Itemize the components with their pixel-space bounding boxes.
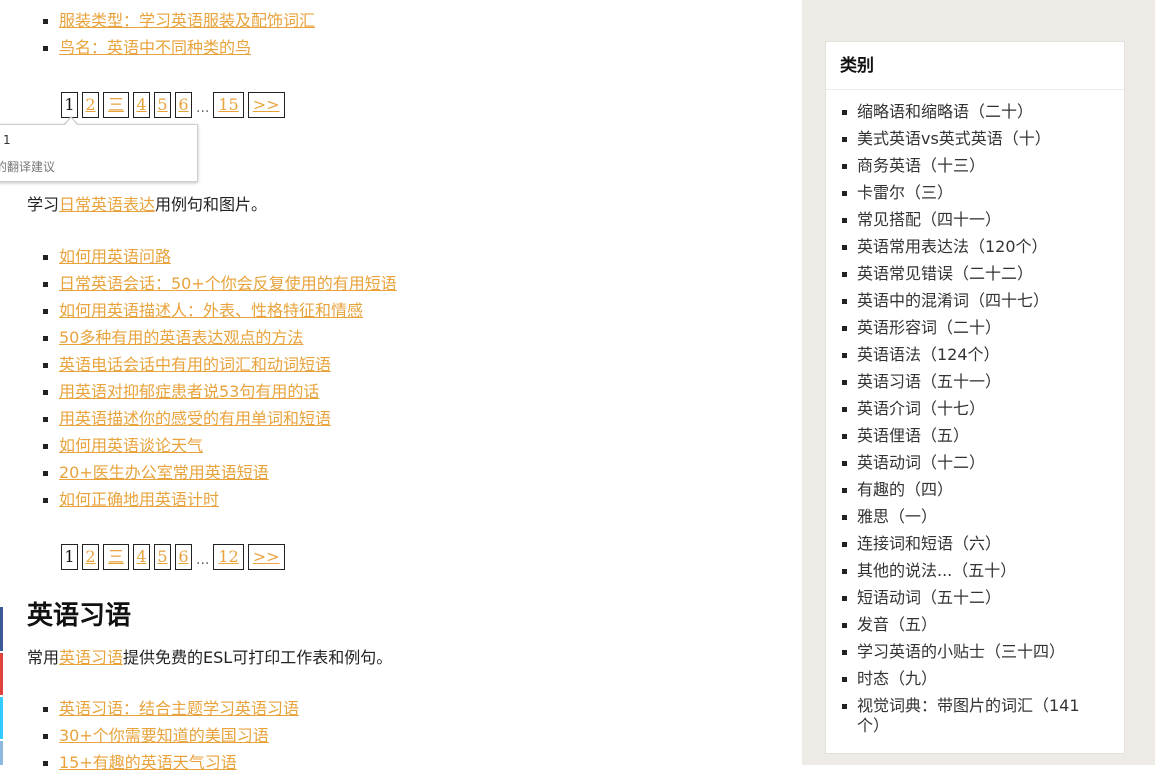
page-link[interactable]: 三 bbox=[103, 92, 130, 118]
category-item[interactable]: 有趣的（四） bbox=[826, 480, 1124, 500]
page-next-link[interactable]: >> bbox=[247, 544, 285, 570]
intro-text: 学习 bbox=[27, 195, 60, 214]
category-item[interactable]: 英语语法（124个） bbox=[826, 345, 1124, 365]
list-item: 如何用英语描述人：外表、性格特征和情感 bbox=[43, 301, 397, 321]
main-content: 服装类型：学习英语服装及配饰词汇 鸟名：英语中不同种类的鸟 1 2 三 4 5 … bbox=[0, 0, 802, 772]
expressions-article-list: 如何用英语问路 日常英语会话：50+个你会反复使用的有用短语 如何用英语描述人：… bbox=[43, 247, 397, 517]
pagination-2: 1 2 三 4 5 6 ... 12 >> bbox=[61, 544, 285, 570]
list-item: 服装类型：学习英语服装及配饰词汇 bbox=[43, 11, 315, 31]
category-item[interactable]: 卡雷尔（三） bbox=[826, 183, 1124, 203]
category-item[interactable]: 缩略语和缩略语（二十） bbox=[826, 102, 1124, 122]
category-item[interactable]: 其他的说法...（五十） bbox=[826, 561, 1124, 581]
list-item: 如何正确地用英语计时 bbox=[43, 490, 397, 510]
tooltip-line: 好的翻译建议 bbox=[0, 160, 56, 174]
list-item: 用英语描述你的感受的有用单词和短语 bbox=[43, 409, 397, 429]
section-heading-idioms: 英语习语 bbox=[27, 601, 132, 631]
share-twitter-button[interactable] bbox=[0, 697, 3, 739]
article-link[interactable]: 用英语描述你的感受的有用单词和短语 bbox=[59, 409, 331, 428]
category-item[interactable]: 英语习语（五十一） bbox=[826, 372, 1124, 392]
page-link[interactable]: 6 bbox=[175, 92, 193, 118]
category-item[interactable]: 英语动词（十二） bbox=[826, 453, 1124, 473]
article-link[interactable]: 如何用英语问路 bbox=[59, 247, 171, 266]
article-link[interactable]: 30+个你需要知道的美国习语 bbox=[59, 726, 269, 745]
page-current: 1 bbox=[61, 92, 78, 118]
page-link[interactable]: 2 bbox=[82, 544, 99, 570]
article-link[interactable]: 英语习语：结合主题学习英语习语 bbox=[59, 699, 299, 718]
article-link[interactable]: 如何用英语谈论天气 bbox=[59, 436, 203, 455]
category-item[interactable]: 英语常用表达法（120个） bbox=[826, 237, 1124, 257]
list-item: 20+医生办公室常用英语短语 bbox=[43, 463, 397, 483]
article-link[interactable]: 英语电话会话中有用的词汇和动词短语 bbox=[59, 355, 331, 374]
article-link[interactable]: 鸟名：英语中不同种类的鸟 bbox=[59, 38, 251, 57]
article-link[interactable]: 如何正确地用英语计时 bbox=[59, 490, 219, 509]
page-link[interactable]: 5 bbox=[154, 544, 172, 570]
category-item[interactable]: 英语常见错误（二十二） bbox=[826, 264, 1124, 284]
idioms-article-list: 英语习语：结合主题学习英语习语 30+个你需要知道的美国习语 15+有趣的英语天… bbox=[43, 699, 299, 780]
list-item: 用英语对抑郁症患者说53句有用的话 bbox=[43, 382, 397, 402]
category-item[interactable]: 英语形容词（二十） bbox=[826, 318, 1124, 338]
article-link[interactable]: 如何用英语描述人：外表、性格特征和情感 bbox=[59, 301, 363, 320]
page-link[interactable]: 2 bbox=[82, 92, 99, 118]
list-item: 日常英语会话：50+个你会反复使用的有用短语 bbox=[43, 274, 397, 294]
intro-text: 提供免费的ESL可打印工作表和例句。 bbox=[123, 648, 393, 667]
category-item[interactable]: 视觉词典：带图片的词汇（141个） bbox=[826, 696, 1124, 736]
page-ellipsis: ... bbox=[196, 552, 210, 568]
page-last-link[interactable]: 15 bbox=[213, 92, 244, 118]
intro-text: 常用 bbox=[27, 648, 60, 667]
article-link[interactable]: 50多种有用的英语表达观点的方法 bbox=[59, 328, 303, 347]
page-last-link[interactable]: 12 bbox=[213, 544, 244, 570]
category-item[interactable]: 英语中的混淆词（四十七） bbox=[826, 291, 1124, 311]
category-item[interactable]: 商务英语（十三） bbox=[826, 156, 1124, 176]
categories-widget: 类别 缩略语和缩略语（二十） 美式英语vs英式英语（十） 商务英语（十三） 卡雷… bbox=[825, 41, 1125, 754]
tooltip-line: 1 bbox=[3, 133, 11, 147]
widget-title: 类别 bbox=[826, 42, 1124, 90]
expressions-intro: 学习日常英语表达用例句和图片。 bbox=[27, 195, 267, 215]
pagination-1: 1 2 三 4 5 6 ... 15 >> bbox=[61, 92, 285, 118]
category-item[interactable]: 美式英语vs英式英语（十） bbox=[826, 129, 1124, 149]
list-item: 英语电话会话中有用的词汇和动词短语 bbox=[43, 355, 397, 375]
article-link[interactable]: 20+医生办公室常用英语短语 bbox=[59, 463, 269, 482]
share-pinterest-button[interactable] bbox=[0, 653, 3, 695]
share-other-button[interactable] bbox=[0, 741, 3, 765]
category-item[interactable]: 雅思（一） bbox=[826, 507, 1124, 527]
page-link[interactable]: 6 bbox=[175, 544, 193, 570]
category-list: 缩略语和缩略语（二十） 美式英语vs英式英语（十） 商务英语（十三） 卡雷尔（三… bbox=[826, 90, 1124, 736]
page-link[interactable]: 5 bbox=[154, 92, 172, 118]
share-facebook-button[interactable] bbox=[0, 607, 3, 651]
intro-text: 用例句和图片。 bbox=[155, 195, 268, 214]
tooltip-arrow-inner bbox=[64, 118, 78, 126]
category-item[interactable]: 连接词和短语（六） bbox=[826, 534, 1124, 554]
category-item[interactable]: 发音（五） bbox=[826, 615, 1124, 635]
page-link[interactable]: 4 bbox=[133, 544, 151, 570]
article-link[interactable]: 用英语对抑郁症患者说53句有用的话 bbox=[59, 382, 319, 401]
top-article-list: 服装类型：学习英语服装及配饰词汇 鸟名：英语中不同种类的鸟 bbox=[43, 11, 315, 65]
category-item[interactable]: 短语动词（五十二） bbox=[826, 588, 1124, 608]
page-next-link[interactable]: >> bbox=[247, 92, 285, 118]
list-item: 如何用英语问路 bbox=[43, 247, 397, 267]
list-item: 如何用英语谈论天气 bbox=[43, 436, 397, 456]
list-item: 15+有趣的英语天气习语 bbox=[43, 753, 299, 773]
category-item[interactable]: 英语介词（十七） bbox=[826, 399, 1124, 419]
page-link[interactable]: 4 bbox=[133, 92, 151, 118]
article-link[interactable]: 15+有趣的英语天气习语 bbox=[59, 753, 237, 772]
page-link[interactable]: 三 bbox=[103, 544, 130, 570]
category-item[interactable]: 常见搭配（四十一） bbox=[826, 210, 1124, 230]
category-item[interactable]: 英语俚语（五） bbox=[826, 426, 1124, 446]
article-link[interactable]: 日常英语会话：50+个你会反复使用的有用短语 bbox=[59, 274, 397, 293]
list-item: 鸟名：英语中不同种类的鸟 bbox=[43, 38, 315, 58]
idioms-category-link[interactable]: 英语习语 bbox=[59, 648, 123, 667]
expressions-category-link[interactable]: 日常英语表达 bbox=[59, 195, 155, 214]
article-link[interactable]: 服装类型：学习英语服装及配饰词汇 bbox=[59, 11, 315, 30]
category-item[interactable]: 学习英语的小贴士（三十四） bbox=[826, 642, 1124, 662]
page-current: 1 bbox=[61, 544, 78, 570]
idioms-intro: 常用英语习语提供免费的ESL可打印工作表和例句。 bbox=[27, 648, 392, 668]
page-ellipsis: ... bbox=[196, 100, 210, 116]
list-item: 英语习语：结合主题学习英语习语 bbox=[43, 699, 299, 719]
list-item: 50多种有用的英语表达观点的方法 bbox=[43, 328, 397, 348]
translation-tooltip: 1 好的翻译建议 bbox=[0, 124, 198, 182]
category-item[interactable]: 时态（九） bbox=[826, 669, 1124, 689]
list-item: 30+个你需要知道的美国习语 bbox=[43, 726, 299, 746]
